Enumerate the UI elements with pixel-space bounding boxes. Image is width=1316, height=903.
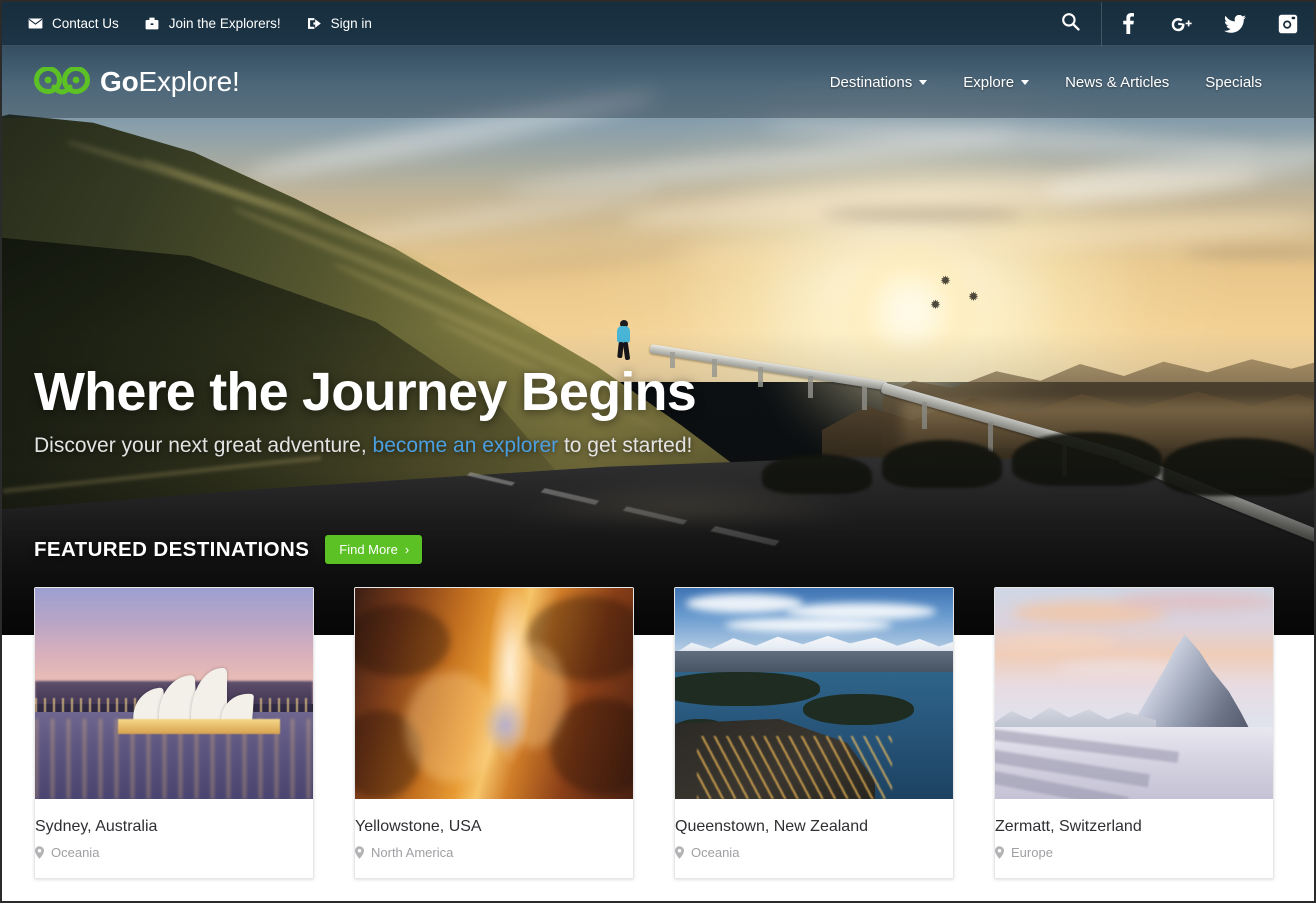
nav-label-destinations: Destinations [829,73,913,91]
card-title: Queenstown, New Zealand [675,818,868,835]
contact-us-label: Contact Us [52,16,119,31]
featured-destinations-title: FEATURED DESTINATIONS [34,537,310,561]
card-title: Sydney, Australia [35,818,158,835]
destination-card[interactable]: Queenstown, New Zealand Oceania [674,587,954,880]
primary-navigation: Destinations Explore News & Articles Spe… [812,64,1314,101]
chevron-down-icon [919,79,928,85]
brand-name-rest: Explore! [138,66,240,97]
search-button[interactable] [1040,2,1102,46]
brand-name: GoExplore! [100,66,240,98]
sign-in-link[interactable]: Sign in [307,16,372,31]
nav-item-specials[interactable]: Specials [1187,64,1280,101]
nav-item-destinations[interactable]: Destinations [812,64,946,101]
find-more-button[interactable]: Find More › [325,535,423,564]
destination-card[interactable]: Yellowstone, USA North America [354,587,634,880]
bird: ✹ [930,297,941,312]
card-region-label: Oceania [691,845,740,861]
map-pin-icon [355,846,364,859]
card-region: North America [355,845,633,860]
card-region: Oceania [675,845,953,860]
contact-us-link[interactable]: Contact Us [28,16,119,31]
logo-link[interactable]: GoExplore! [2,66,240,98]
vegetation [1162,438,1314,496]
sydney-opera-house-at-dusk-image [35,588,313,799]
owl-binoculars-logo-icon [34,66,90,97]
slot-canyon-light-beam-image [355,588,633,799]
hero-content: Where the Journey Begins Discover your n… [34,362,934,458]
utility-actions [1040,2,1314,46]
card-title: Yellowstone, USA [355,818,482,835]
matterhorn-at-sunset-image [995,588,1273,799]
destination-card[interactable]: Sydney, Australia Oceania [34,587,314,880]
page-root: ✹ ✹ ✹ Contact Us Join the Explorers! Sig… [2,2,1314,901]
chevron-right-icon: › [404,542,410,557]
facebook-link[interactable] [1102,2,1155,46]
hero-subtitle-after: to get started! [558,434,693,458]
join-explorers-link[interactable]: Join the Explorers! [145,16,281,31]
become-an-explorer-link[interactable]: become an explorer [373,434,559,457]
card-region: Oceania [35,845,313,860]
utility-links: Contact Us Join the Explorers! Sign in [2,16,372,31]
map-pin-icon [675,846,684,859]
twitter-link[interactable] [1208,2,1261,46]
find-more-label: Find More [339,542,398,557]
bird: ✹ [968,289,979,304]
nav-label-explore: Explore [963,73,1015,91]
card-region: Europe [995,845,1273,860]
bird: ✹ [940,273,951,288]
join-explorers-label: Join the Explorers! [168,16,281,31]
vegetation [1012,432,1162,486]
nav-label-news-articles: News & Articles [1065,73,1170,91]
destination-card[interactable]: Zermatt, Switzerland Europe [994,587,1274,880]
briefcase-icon [145,17,160,31]
browser-window: ✹ ✹ ✹ Contact Us Join the Explorers! Sig… [0,0,1316,903]
runner-figure [614,320,634,362]
hero-subtitle-before: Discover your next great adventure, [34,434,373,458]
sign-in-label: Sign in [330,16,372,31]
nav-label-specials: Specials [1205,73,1262,91]
cloud [822,207,1022,221]
queenstown-lake-and-snowy-mountains-image [675,588,953,799]
chevron-down-icon [1021,79,1030,85]
twitter-icon [1223,14,1246,33]
search-icon [1061,12,1080,36]
google-plus-icon [1170,15,1193,33]
nav-item-news-articles[interactable]: News & Articles [1047,64,1187,101]
envelope-icon [28,17,43,31]
guardrail-post [988,422,993,452]
google-plus-link[interactable] [1155,2,1208,46]
vegetation [762,454,872,494]
card-region-label: North America [371,845,454,861]
nav-item-explore[interactable]: Explore [945,64,1047,101]
map-pin-icon [35,846,44,859]
hero-subtitle: Discover your next great adventure, beco… [34,434,934,458]
map-pin-icon [995,846,1004,859]
hero-title: Where the Journey Begins [34,362,697,422]
card-region-label: Oceania [51,845,100,861]
card-title: Zermatt, Switzerland [995,818,1142,835]
destination-card-list: Sydney, Australia Oceania Yellowstone, U… [34,587,1282,880]
brand-name-strong: Go [100,66,139,97]
card-region-label: Europe [1011,845,1053,861]
main-header: GoExplore! Destinations Explore News & A… [2,46,1314,118]
instagram-link[interactable] [1261,2,1314,46]
utility-bar: Contact Us Join the Explorers! Sign in [2,2,1314,46]
sign-in-icon [307,17,322,31]
instagram-icon [1278,14,1298,34]
facebook-icon [1123,13,1134,34]
featured-destinations-header: FEATURED DESTINATIONS Find More › [34,535,423,564]
